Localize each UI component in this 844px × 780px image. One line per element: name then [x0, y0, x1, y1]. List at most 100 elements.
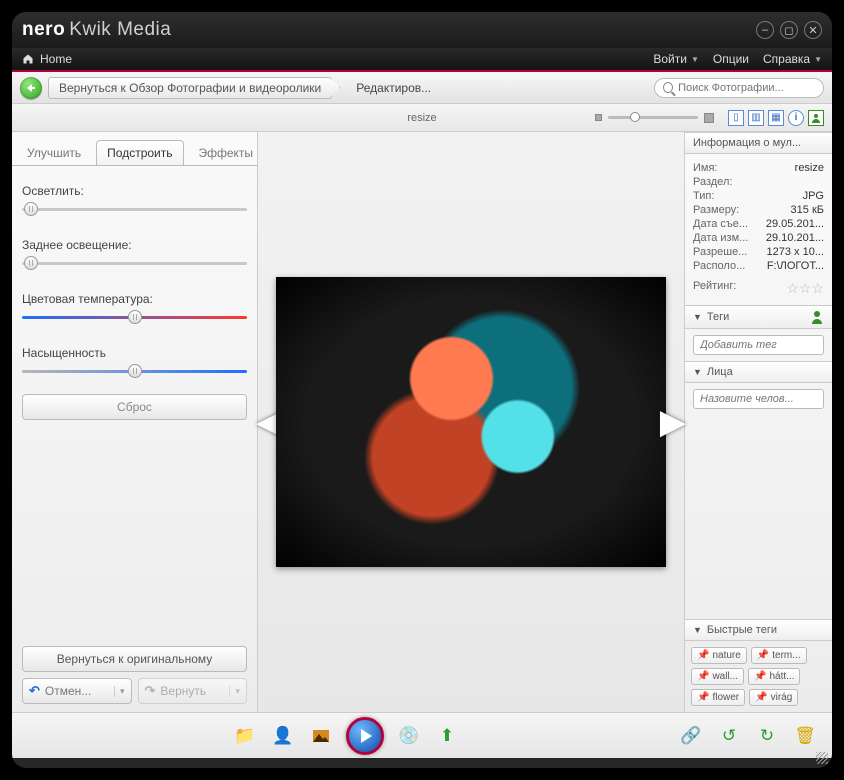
info-loc-key: Располо...	[693, 260, 745, 272]
brighten-label: Осветлить:	[22, 184, 247, 198]
current-filename: resize	[407, 112, 436, 124]
search-icon	[663, 82, 673, 93]
menubar: Home Войти▼ Опции Справка▼	[12, 48, 832, 72]
import-folder-icon[interactable]: 📁	[232, 723, 258, 749]
info-loc-val: F:\ЛОГОТ...	[767, 260, 824, 272]
quicktag[interactable]: 📌wall...	[691, 668, 744, 685]
info-size-key: Размеру:	[693, 204, 739, 216]
add-tag-input[interactable]	[693, 335, 824, 355]
bottom-toolbar: 📁 👤 💿 ⬆ 🔗 ↺ ↻ 🗑	[12, 712, 832, 758]
quicktag[interactable]: 📌virág	[749, 689, 798, 706]
info-mod-val: 29.10.201...	[766, 232, 824, 244]
pin-icon: 📌	[755, 692, 767, 703]
quicktag[interactable]: 📌nature	[691, 647, 747, 664]
colortemp-slider[interactable]	[22, 310, 247, 324]
close-button[interactable]: ✕	[804, 21, 822, 39]
delete-icon[interactable]: 🗑	[792, 723, 818, 749]
brighten-slider[interactable]	[22, 202, 247, 216]
quicktag[interactable]: 📌hátt...	[748, 668, 800, 685]
main-area: Улучшить Подстроить Эффекты × Осветлить:…	[12, 132, 832, 712]
brand-logo: neroKwik Media	[22, 19, 171, 41]
search-field[interactable]	[678, 82, 815, 94]
viewbar: resize ▯ ▥ ▦ i	[12, 104, 832, 132]
maximize-button[interactable]: ◻	[780, 21, 798, 39]
slideshow-play-button[interactable]	[346, 717, 384, 755]
info-toggle-icon[interactable]: i	[788, 110, 804, 126]
saturation-label: Насыщенность	[22, 346, 247, 360]
tag-person-icon[interactable]	[810, 310, 824, 324]
search-input[interactable]	[654, 78, 824, 98]
view-single-icon[interactable]: ▯	[728, 110, 744, 126]
next-image-button[interactable]: ▶	[660, 402, 686, 442]
info-header[interactable]: Информация о мул...	[685, 132, 832, 154]
auto-enhance-icon[interactable]	[308, 723, 334, 749]
face-toggle-icon[interactable]	[808, 110, 824, 126]
info-res-val: 1273 x 10...	[767, 246, 825, 258]
quicktags-list: 📌nature 📌term... 📌wall... 📌hátt... 📌flow…	[685, 641, 832, 712]
redo-icon: ↷	[145, 683, 156, 699]
thumbnail-size-slider[interactable]	[595, 113, 714, 123]
pin-icon: 📌	[697, 671, 709, 682]
view-grid-icon[interactable]: ▦	[768, 110, 784, 126]
thumb-small-icon	[595, 114, 602, 121]
info-shot-val: 29.05.201...	[766, 218, 824, 230]
saturation-slider[interactable]	[22, 364, 247, 378]
pin-icon: 📌	[697, 692, 709, 703]
image-canvas[interactable]	[276, 277, 666, 567]
brand-text: nero	[22, 19, 65, 40]
tab-improve[interactable]: Улучшить	[16, 140, 92, 165]
faces-header[interactable]: ▼Лица	[685, 361, 832, 383]
revert-original-button[interactable]: Вернуться к оригинальному	[22, 646, 247, 672]
backlight-slider[interactable]	[22, 256, 247, 270]
pin-icon: 📌	[697, 650, 709, 661]
burn-disc-icon[interactable]: 💿	[396, 723, 422, 749]
reset-button[interactable]: Сброс	[22, 394, 247, 420]
name-face-input[interactable]	[693, 389, 824, 409]
info-panel: Информация о мул... Имя: resize Раздел: Т…	[684, 132, 832, 712]
rotate-left-icon[interactable]: ↺	[716, 723, 742, 749]
info-section-key: Раздел:	[693, 176, 732, 188]
colortemp-label: Цветовая температура:	[22, 292, 247, 306]
edit-panel: Улучшить Подстроить Эффекты × Осветлить:…	[12, 132, 258, 712]
rotate-right-icon[interactable]: ↻	[754, 723, 780, 749]
info-rating-key: Рейтинг:	[693, 280, 736, 297]
thumb-large-icon	[704, 113, 714, 123]
view-compare-icon[interactable]: ▥	[748, 110, 764, 126]
resize-grip[interactable]	[816, 752, 828, 764]
redo-button[interactable]: ↷ Вернуть▾	[138, 678, 248, 704]
undo-button[interactable]: ↶ Отмен...▾	[22, 678, 132, 704]
login-menu[interactable]: Войти▼	[653, 52, 699, 66]
home-link[interactable]: Home	[40, 52, 72, 66]
undo-icon: ↶	[29, 683, 40, 699]
home-icon	[22, 53, 34, 65]
share-icon[interactable]: 🔗	[678, 723, 704, 749]
info-type-key: Тип:	[693, 190, 714, 202]
rating-stars[interactable]: ☆☆☆	[786, 280, 824, 297]
info-size-val: 315 кБ	[791, 204, 824, 216]
help-menu[interactable]: Справка▼	[763, 52, 822, 66]
info-res-key: Разреше...	[693, 246, 747, 258]
tab-adjust[interactable]: Подстроить	[96, 140, 183, 165]
options-menu[interactable]: Опции	[713, 52, 749, 66]
info-mod-key: Дата изм...	[693, 232, 748, 244]
face-detect-icon[interactable]: 👤	[270, 723, 296, 749]
quicktag[interactable]: 📌flower	[691, 689, 745, 706]
info-name-val: resize	[795, 162, 824, 174]
info-shot-key: Дата съе...	[693, 218, 748, 230]
quicktags-header[interactable]: ▼Быстрые теги	[685, 619, 832, 641]
minimize-button[interactable]: –	[756, 21, 774, 39]
image-viewport: ◀ ▶	[258, 132, 684, 712]
tab-effects[interactable]: Эффекты	[188, 140, 265, 165]
breadcrumb-bar: Вернуться к Обзор Фотографии и видеороли…	[12, 72, 832, 104]
upload-icon[interactable]: ⬆	[434, 723, 460, 749]
edit-tabs: Улучшить Подстроить Эффекты ×	[12, 138, 257, 166]
back-button[interactable]	[20, 77, 42, 99]
tags-header[interactable]: ▼Теги	[685, 305, 832, 329]
product-text: Kwik Media	[69, 19, 171, 40]
info-name-key: Имя:	[693, 162, 717, 174]
pin-icon: 📌	[757, 650, 769, 661]
breadcrumb-back[interactable]: Вернуться к Обзор Фотографии и видеороли…	[48, 77, 332, 99]
backlight-label: Заднее освещение:	[22, 238, 247, 252]
pin-icon: 📌	[754, 671, 766, 682]
quicktag[interactable]: 📌term...	[751, 647, 807, 664]
